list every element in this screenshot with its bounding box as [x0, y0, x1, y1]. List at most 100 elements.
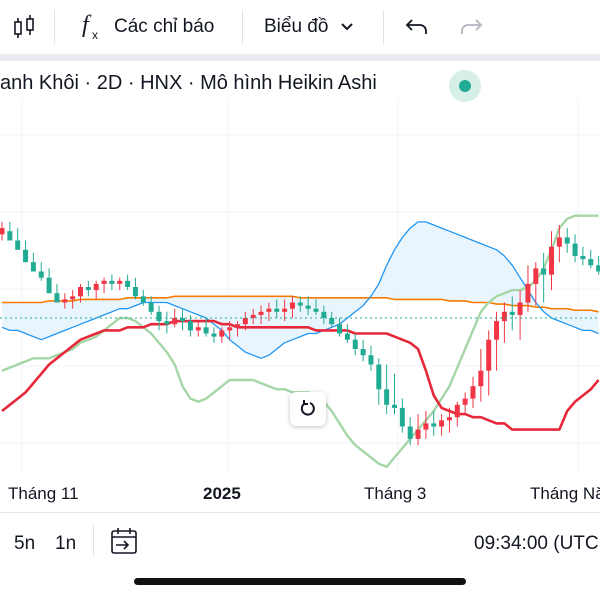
candle-body — [156, 311, 162, 322]
candle-body — [321, 311, 327, 318]
candle-body — [533, 268, 539, 284]
candle — [352, 333, 358, 356]
candle-body — [140, 296, 146, 303]
candle — [54, 283, 60, 303]
candle — [470, 376, 476, 408]
market-status-indicator[interactable] — [449, 70, 481, 102]
redo-icon — [461, 19, 483, 34]
candle-body — [470, 386, 476, 399]
candle-body — [266, 308, 272, 312]
candle-body — [423, 423, 429, 430]
candle-body — [274, 308, 280, 312]
candle-body — [258, 311, 264, 315]
candle-body — [7, 231, 13, 241]
candle — [211, 327, 217, 343]
candle-body — [564, 237, 570, 244]
candle-body — [30, 262, 36, 272]
candle-body — [454, 404, 460, 418]
reset-chart-button[interactable] — [290, 392, 326, 426]
toolbar-divider — [0, 54, 600, 61]
candle-body — [360, 349, 366, 356]
candle-body — [164, 321, 170, 325]
candle-body — [187, 321, 193, 331]
candle-body — [38, 271, 44, 278]
candle-body — [62, 299, 68, 303]
redo-button[interactable] — [458, 0, 484, 54]
candle — [462, 392, 468, 415]
candle — [392, 373, 397, 415]
candlestick-icon — [14, 15, 34, 38]
candle-body — [462, 398, 468, 405]
candle — [344, 324, 350, 343]
x-tick-label: 2025 — [203, 484, 241, 503]
reset-icon — [300, 400, 315, 416]
candle-body — [517, 302, 523, 315]
candle — [541, 252, 547, 303]
undo-icon — [405, 19, 427, 34]
candle — [376, 358, 382, 405]
candle — [117, 277, 123, 291]
chart-menu-label: Biểu đồ — [264, 16, 329, 37]
candle-body — [117, 280, 123, 284]
candle-body — [172, 318, 178, 325]
clock-display[interactable]: 09:34:00 (UTC — [474, 533, 599, 555]
candle-body — [46, 277, 52, 294]
candle-body — [501, 311, 507, 322]
candle — [423, 411, 429, 439]
candle-body — [337, 324, 343, 334]
candle-style-button[interactable] — [12, 0, 38, 54]
candle — [132, 277, 138, 300]
candle-body — [282, 308, 288, 312]
candle-body — [415, 429, 421, 439]
candle — [399, 398, 405, 433]
candle-body — [525, 283, 531, 303]
candle-body — [297, 302, 303, 306]
range-5n-button[interactable]: 5n — [14, 533, 35, 555]
candle — [454, 401, 460, 427]
candle-body — [588, 259, 594, 266]
candle-body — [15, 240, 21, 250]
candle — [164, 311, 170, 334]
candle-body — [203, 327, 209, 334]
range-1n-button[interactable]: 1n — [55, 533, 76, 555]
candle-body — [478, 370, 484, 387]
bottom-toolbar: 5n 1n 09:34:00 (UTC — [0, 513, 600, 568]
candle-body — [219, 330, 225, 337]
candle-body — [368, 355, 374, 365]
candle — [195, 321, 201, 337]
candle-body — [399, 407, 405, 427]
candle — [596, 256, 600, 275]
candle-body — [85, 287, 91, 291]
candle — [30, 252, 36, 272]
status-dot-icon — [459, 80, 471, 92]
chikou-line — [1, 214, 599, 468]
candle-body — [101, 280, 107, 284]
candle-body — [78, 287, 83, 297]
candle — [101, 277, 107, 294]
candle-body — [549, 246, 554, 275]
candle — [478, 349, 484, 402]
chart-menu-button[interactable]: Biểu đồ — [264, 0, 354, 54]
candle — [439, 414, 445, 436]
function-icon: f x — [82, 12, 98, 42]
indicators-button[interactable]: f x Các chỉ báo — [80, 0, 214, 54]
candle — [93, 280, 99, 300]
candle-body — [352, 339, 358, 349]
candle-body — [148, 302, 154, 312]
candle-body — [289, 302, 295, 309]
indicator-lines — [1, 214, 600, 468]
go-to-date-icon[interactable] — [110, 527, 140, 555]
candle-body — [596, 265, 600, 272]
candle-body — [195, 327, 201, 331]
svg-text:f: f — [82, 12, 92, 38]
candle — [572, 234, 578, 263]
candle-body — [541, 268, 547, 275]
candle-body — [392, 404, 397, 408]
candle — [588, 249, 594, 269]
candle-body — [93, 283, 99, 291]
candle — [384, 364, 390, 415]
top-toolbar: f x Các chỉ báo Biểu đồ — [0, 0, 600, 54]
undo-button[interactable] — [404, 0, 430, 54]
candle-body — [329, 318, 335, 325]
candle-body — [580, 256, 586, 260]
